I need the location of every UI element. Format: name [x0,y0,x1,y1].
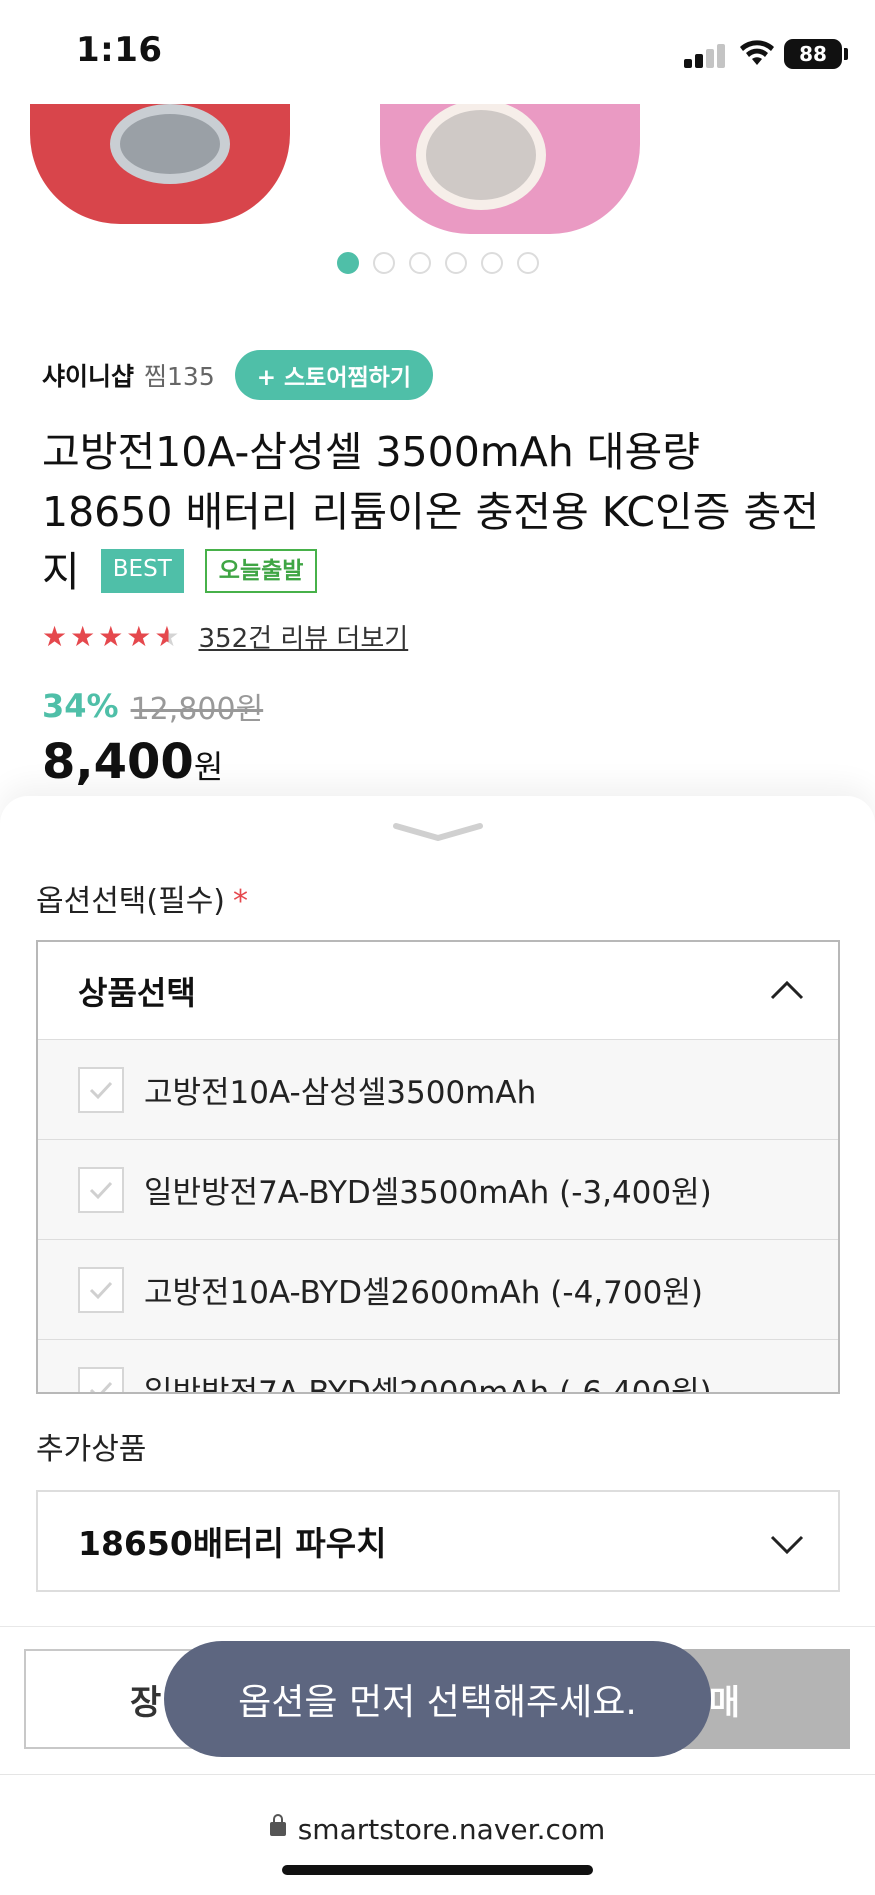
toast-message: 옵션을 먼저 선택해주세요. [164,1641,711,1757]
carousel-dot[interactable] [444,252,467,274]
wifi-icon [740,40,774,65]
product-image-carousel[interactable] [0,104,875,304]
carousel-dot[interactable] [516,252,539,274]
final-price-value: 8,400 [42,734,194,790]
additional-product-select[interactable]: 18650배터리 파우치 [36,1490,840,1592]
carousel-dot[interactable] [336,252,359,274]
product-option-select[interactable]: 상품선택 고방전10A-삼성셀3500mAh 일반방전7A-BYD셀3500mA… [36,940,840,1394]
best-badge: BEST [100,549,184,593]
option-item[interactable]: 고방전10A-BYD셀2600mAh (-4,700원) [38,1240,838,1340]
battery-image-pink [380,104,640,234]
option-item-label: 고방전10A-BYD셀2600mAh (-4,700원) [144,1275,703,1311]
check-icon [78,1366,124,1392]
carousel-dots [0,252,875,278]
star-rating: ★★★★★ [42,619,183,653]
rating-row: ★★★★★ 352건 리뷰 더보기 [42,616,408,656]
additional-product-value: 18650배터리 파우치 [78,1524,387,1563]
price-row: 34% 12,800원 [42,684,263,728]
battery-icon: 88 [784,39,842,69]
option-select-header[interactable]: 상품선택 [38,942,838,1040]
option-item-label: 일반방전7A-BYD셀3500mAh (-3,400원) [144,1175,712,1211]
battery-image-red [30,104,290,224]
cellular-signal-icon [684,42,728,68]
carousel-dot[interactable] [372,252,395,274]
discount-rate: 34% [42,687,119,725]
option-item[interactable]: 일반방전7A-BYD셀3500mAh (-3,400원) [38,1140,838,1240]
status-time: 1:16 [76,30,163,70]
required-mark: * [233,884,249,919]
check-icon [78,1166,124,1213]
sheet-collapse-handle-icon[interactable] [390,818,486,848]
check-icon [78,1066,124,1113]
original-price: 12,800원 [130,692,264,727]
option-item[interactable]: 일반방전7A-BYD셀2000mAh (-6,400원) [38,1340,838,1394]
option-section-label: 옵션선택(필수) * [36,876,248,920]
option-label-text: 옵션선택(필수) [36,884,226,919]
option-item[interactable]: 고방전10A-삼성셀3500mAh [38,1040,838,1140]
chevron-up-icon [770,980,804,1000]
option-item-label: 일반방전7A-BYD셀2000mAh (-6,400원) [144,1375,712,1394]
product-title: 고방전10A-삼성셀 3500mAh 대용량 18650 배터리 리튬이온 충전… [42,422,842,602]
review-link[interactable]: 352건 리뷰 더보기 [199,618,409,655]
option-item-label: 고방전10A-삼성셀3500mAh [144,1075,537,1111]
store-row: 샤이니샵 찜135 + 스토어찜하기 [42,350,433,400]
option-select-title: 상품선택 [78,973,196,1012]
browser-url-bar[interactable]: smartstore.naver.com [0,1774,875,1895]
url-text: smartstore.naver.com [297,1813,606,1846]
carousel-dot[interactable] [408,252,431,274]
store-name[interactable]: 샤이니샵 [42,357,134,393]
store-favorite-count: 찜135 [144,362,215,391]
status-bar: 1:16 88 [0,0,875,104]
today-shipping-badge: 오늘출발 [204,549,318,593]
final-price: 8,400원 [42,734,223,790]
chevron-down-icon [770,1535,804,1555]
store-favorite-button[interactable]: + 스토어찜하기 [234,350,433,400]
url-display[interactable]: smartstore.naver.com [0,1813,875,1846]
option-bottom-sheet: 옵션선택(필수) * 상품선택 고방전10A-삼성셀3500mAh 일반방전7A-… [0,796,875,1626]
check-icon [78,1266,124,1313]
home-indicator[interactable] [282,1865,593,1875]
carousel-dot[interactable] [480,252,503,274]
price-unit: 원 [193,748,224,786]
lock-icon [269,1814,286,1836]
additional-product-label: 추가상품 [36,1432,147,1467]
battery-nub [844,48,848,60]
